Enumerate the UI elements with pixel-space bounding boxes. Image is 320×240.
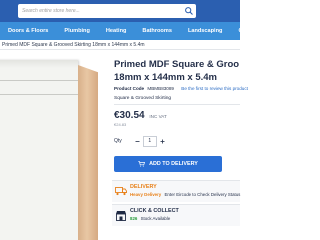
- nav-item-plumbing[interactable]: Plumbing: [56, 22, 97, 40]
- nav-item-bathrooms[interactable]: Bathrooms: [134, 22, 180, 40]
- product-title: Primed MDF Square & Groo 18mm x 144mm x …: [114, 58, 254, 84]
- skirting-board-image: [0, 60, 98, 240]
- breadcrumb: Primed MDF Square & Grooved Skirting 18m…: [0, 40, 240, 50]
- nav-item-label: Heating: [105, 28, 127, 34]
- product-title-line2: 18mm x 144mm x 5.4m: [114, 72, 217, 83]
- review-link[interactable]: Be the first to review this product: [181, 86, 248, 91]
- product-code-value: MBMB83089: [147, 86, 174, 91]
- board-cut-edge: [78, 65, 98, 240]
- add-to-delivery-button[interactable]: ADD TO DELIVERY: [114, 156, 222, 172]
- minus-icon: [135, 140, 140, 142]
- delivery-title: DELIVERY: [130, 184, 157, 190]
- top-bar: [0, 0, 240, 22]
- product-code-label: Product Code: [114, 86, 145, 91]
- product-code-row: Product Code MBMB83089 Be the first to r…: [114, 86, 248, 91]
- product-image[interactable]: [0, 52, 112, 240]
- click-collect-title: CLICK & COLLECT: [130, 208, 179, 214]
- board-groove: [0, 80, 78, 81]
- vat-note: INC VAT: [149, 114, 167, 119]
- delivery-status: Heavy Delivery Enter Eircode to Check De…: [130, 192, 240, 197]
- search-bar[interactable]: [18, 4, 196, 18]
- search-icon[interactable]: [184, 6, 194, 16]
- plus-icon: [160, 139, 165, 143]
- product-title-line1: Primed MDF Square & Groo: [114, 59, 240, 70]
- price-ex-vat: €24.83: [114, 122, 127, 127]
- nav-item-offers[interactable]: Offers: [230, 22, 262, 40]
- nav-item-doors-floors[interactable]: Doors & Floors: [0, 22, 56, 40]
- nav-item-label: Landscaping: [187, 28, 223, 34]
- board-groove: [0, 94, 78, 95]
- divider: [114, 104, 240, 105]
- delivery-status-label: Heavy Delivery: [130, 192, 162, 197]
- product-subtype: Square & Grooved Skirting: [114, 96, 172, 101]
- product-price: €30.54 INC VAT: [114, 110, 167, 121]
- store-icon: [116, 211, 126, 221]
- qty-decrease-button[interactable]: [132, 136, 143, 147]
- nav-item-label: Plumbing: [64, 28, 90, 34]
- delivery-option[interactable]: DELIVERY Heavy Delivery Enter Eircode to…: [112, 180, 240, 202]
- nav-item-label: Doors & Floors: [8, 28, 49, 34]
- cart-icon: [138, 161, 146, 167]
- nav-item-heating[interactable]: Heating: [98, 22, 135, 40]
- nav-item-label: Offers: [238, 28, 255, 34]
- stock-count: 826: [130, 216, 138, 221]
- quantity-stepper: Qty 1: [114, 134, 168, 148]
- delivery-detail[interactable]: Enter Eircode to Check Delivery Status: [164, 192, 240, 197]
- qty-input[interactable]: 1: [142, 135, 157, 147]
- board-top-edge: [0, 60, 78, 68]
- add-to-delivery-label: ADD TO DELIVERY: [149, 161, 198, 167]
- search-input[interactable]: [22, 5, 182, 17]
- stock-detail: Stock Available: [140, 216, 171, 221]
- product-details: Primed MDF Square & Groo 18mm x 144mm x …: [112, 52, 248, 240]
- qty-label: Qty: [114, 138, 122, 144]
- price-value: €30.54: [114, 110, 145, 121]
- truck-icon: [115, 187, 127, 196]
- breadcrumb-current: Primed MDF Square & Grooved Skirting 18m…: [2, 42, 145, 48]
- click-collect-option[interactable]: CLICK & COLLECT 826 Stock Available: [112, 204, 240, 226]
- nav-item-landscaping[interactable]: Landscaping: [180, 22, 231, 40]
- nav-item-label: Bathrooms: [142, 28, 172, 34]
- main-nav: Doors & Floors Plumbing Heating Bathroom…: [0, 22, 255, 40]
- stock-status: 826 Stock Available: [130, 216, 170, 221]
- qty-increase-button[interactable]: [157, 136, 168, 147]
